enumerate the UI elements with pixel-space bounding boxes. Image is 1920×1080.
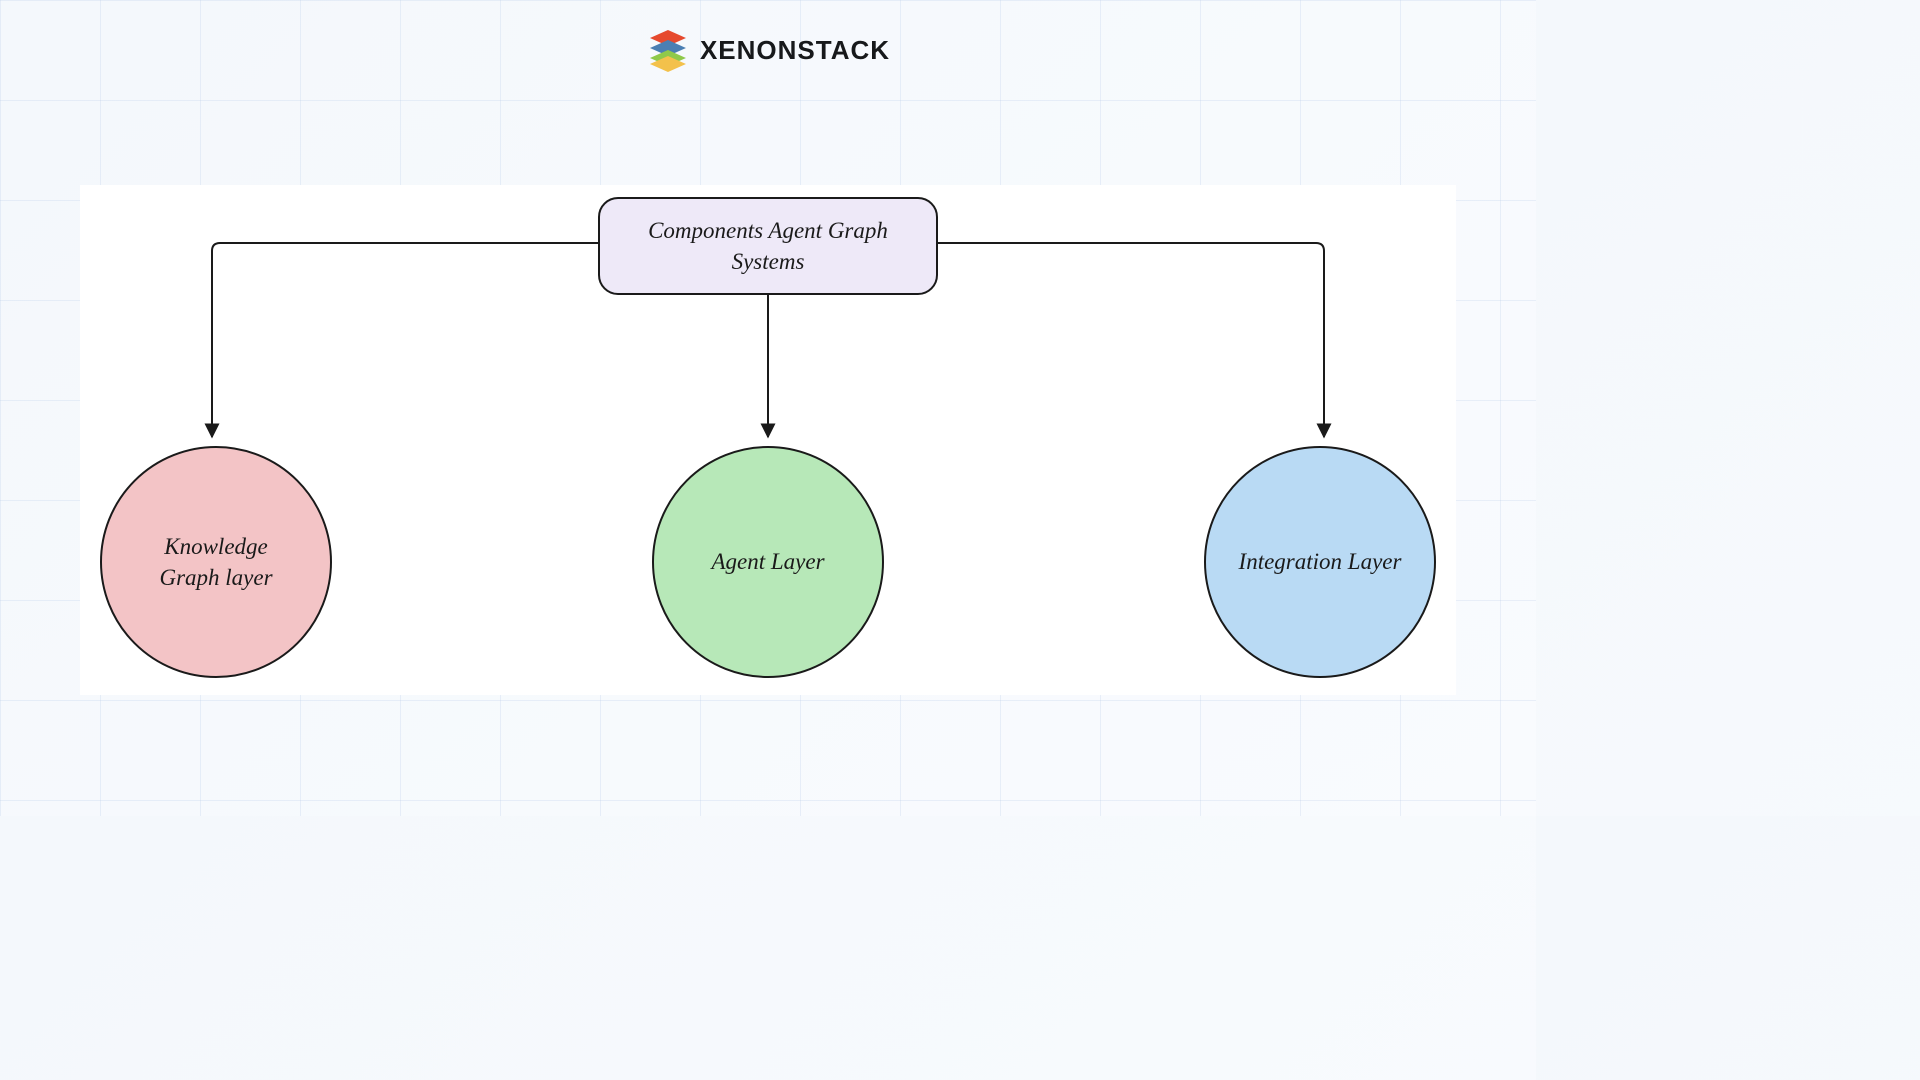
brand-name: XENONSTACK [700, 35, 890, 66]
diagram-node-integration-layer: Integration Layer [1204, 446, 1436, 678]
diagram-root-label: Components Agent Graph Systems [648, 218, 888, 274]
brand-logo-icon [646, 28, 690, 72]
diagram-canvas: Components Agent Graph Systems Knowledge… [80, 185, 1456, 695]
diagram-node-left-label: Knowledge Graph layer [132, 531, 300, 593]
brand-header: XENONSTACK [646, 28, 890, 72]
diagram-node-knowledge-graph-layer: Knowledge Graph layer [100, 446, 332, 678]
diagram-root-node: Components Agent Graph Systems [598, 197, 938, 295]
diagram-node-center-label: Agent Layer [711, 546, 824, 577]
diagram-node-right-label: Integration Layer [1239, 546, 1402, 577]
diagram-node-agent-layer: Agent Layer [652, 446, 884, 678]
